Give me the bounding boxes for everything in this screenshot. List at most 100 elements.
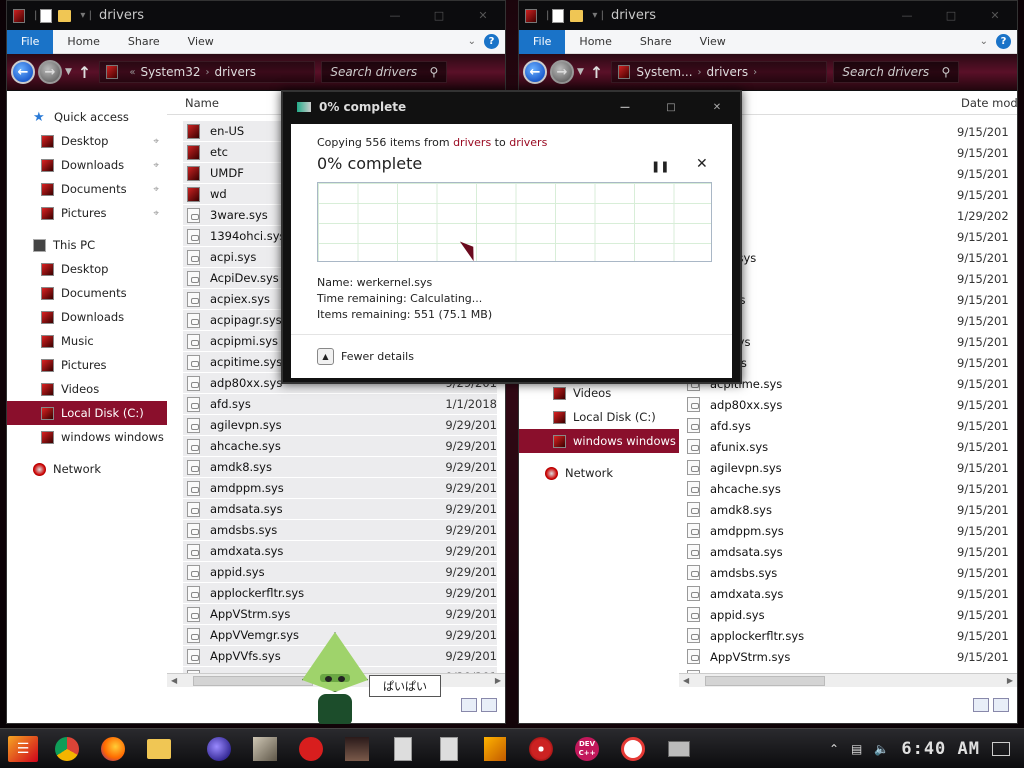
nav-item-music[interactable]: Music [7, 329, 167, 353]
new-folder-icon[interactable] [58, 9, 72, 22]
pin-icon[interactable]: ⌖ [153, 208, 159, 219]
devcpp-icon[interactable]: DEV C++ [570, 732, 604, 766]
pause-icon[interactable]: ❚❚ [651, 160, 669, 173]
scroll-thumb[interactable] [193, 675, 314, 686]
sphere-app-icon[interactable] [202, 732, 236, 766]
nav-item-drive[interactable]: windows windows wi [519, 429, 679, 453]
show-hidden-icons-icon[interactable]: ⌃ [829, 742, 839, 756]
nav-item-disk[interactable]: Local Disk (C:) [519, 405, 679, 429]
horizontal-scrollbar[interactable]: ◀ ▶ [679, 673, 1017, 687]
scroll-left-icon[interactable]: ◀ [683, 676, 689, 685]
column-date-modified[interactable]: Date mod [961, 96, 1017, 110]
tab-home[interactable]: Home [565, 30, 625, 54]
nav-item-network[interactable]: Network [519, 461, 679, 485]
tab-file[interactable]: File [519, 29, 566, 54]
file-row[interactable]: amdppm.sys 9/29/201 [183, 478, 497, 499]
file-row[interactable]: afunix.sys 9/15/201 [679, 436, 1017, 457]
close-button[interactable]: ✕ [694, 102, 740, 113]
portrait-app-icon[interactable] [340, 732, 374, 766]
dialog-title-bar[interactable]: 0% complete — □ ✕ [283, 92, 740, 122]
radiation-app-icon[interactable] [524, 732, 558, 766]
file-row[interactable]: amdxata.sys 9/29/201 [183, 541, 497, 562]
file-row[interactable]: amdsata.sys 9/29/201 [183, 499, 497, 520]
search-box[interactable]: Search drivers ⚲ [321, 61, 448, 83]
tab-share[interactable]: Share [114, 30, 174, 54]
chrome-icon[interactable] [50, 732, 84, 766]
tab-view[interactable]: View [686, 30, 740, 54]
scroll-thumb[interactable] [705, 675, 826, 686]
file-row[interactable]: ahcache.sys 9/15/201 [679, 478, 1017, 499]
nav-item-videos[interactable]: Videos [519, 381, 679, 405]
desktop-mascot[interactable] [298, 632, 372, 726]
orange-app-icon[interactable] [478, 732, 512, 766]
pin-icon[interactable]: ⌖ [153, 184, 159, 195]
destination-link[interactable]: drivers [509, 136, 547, 149]
file-row[interactable]: amdsbs.sys 9/15/201 [679, 562, 1017, 583]
notification-center-icon[interactable] [992, 741, 1010, 756]
file-row[interactable]: ahcache.sys 9/29/201 [183, 436, 497, 457]
help-icon[interactable]: ? [996, 34, 1011, 49]
file-row[interactable]: AppVStrm.sys 9/29/201 [183, 604, 497, 625]
breadcrumb-chevron-icon[interactable]: › [753, 67, 757, 78]
file-row[interactable]: agilevpn.sys 9/29/201 [183, 415, 497, 436]
fewer-details-button[interactable]: ▲ Fewer details [317, 348, 414, 365]
file-row[interactable]: amdsbs.sys 9/29/201 [183, 520, 497, 541]
forward-button[interactable]: → [550, 60, 574, 84]
source-link[interactable]: drivers [453, 136, 491, 149]
file-row[interactable]: amdk8.sys 9/15/201 [679, 499, 1017, 520]
nav-item-desktop[interactable]: Desktop ⌖ [7, 129, 167, 153]
minimize-button[interactable]: — [885, 1, 929, 30]
forward-button[interactable]: → [38, 60, 62, 84]
breadcrumb-system32[interactable]: System32 [140, 65, 200, 79]
chevron-up-icon[interactable]: ▲ [317, 348, 334, 365]
tab-share[interactable]: Share [626, 30, 686, 54]
maximize-button[interactable]: □ [417, 1, 461, 30]
file-row[interactable]: AppVStrm.sys 9/15/201 [679, 646, 1017, 667]
nav-item-documents[interactable]: Documents [7, 281, 167, 305]
nav-item-documents[interactable]: Documents ⌖ [7, 177, 167, 201]
nav-item-videos[interactable]: Videos [7, 377, 167, 401]
search-input[interactable]: Search drivers [330, 65, 417, 79]
file-row[interactable]: afd.sys 1/1/2018 [183, 394, 497, 415]
file-explorer-icon[interactable] [142, 732, 176, 766]
maximize-button[interactable]: □ [929, 1, 973, 30]
tab-home[interactable]: Home [53, 30, 113, 54]
properties-icon[interactable] [40, 8, 53, 23]
red-app-icon[interactable] [294, 732, 328, 766]
file-row[interactable]: amdk8.sys 9/29/201 [183, 457, 497, 478]
breadcrumb-drivers[interactable]: drivers [214, 65, 256, 79]
nav-item-disk[interactable]: Local Disk (C:) [7, 401, 167, 425]
close-button[interactable]: ✕ [461, 1, 505, 30]
file-row[interactable]: appid.sys 9/15/201 [679, 604, 1017, 625]
nav-item-pictures[interactable]: Pictures [7, 353, 167, 377]
nav-item-desktop[interactable]: Desktop [7, 257, 167, 281]
column-name[interactable]: Name [185, 96, 219, 110]
help-icon[interactable]: ? [484, 34, 499, 49]
file-row[interactable]: agilevpn.sys 9/15/201 [679, 457, 1017, 478]
breadcrumb-chevron-icon[interactable]: › [698, 67, 702, 78]
nav-item-drive[interactable]: windows windows wi [7, 425, 167, 449]
minimize-button[interactable]: — [602, 102, 648, 113]
qat-dropdown-icon[interactable]: ▾ | [592, 10, 604, 21]
minimize-button[interactable]: — [373, 1, 417, 30]
nav-item-pc[interactable]: This PC [7, 233, 167, 257]
search-input[interactable]: Search drivers [842, 65, 929, 79]
tab-view[interactable]: View [174, 30, 228, 54]
cancel-icon[interactable]: ✕ [696, 156, 708, 172]
volume-icon[interactable]: 🔈 [874, 742, 889, 756]
file-row[interactable]: applockerfltr.sys 9/15/201 [679, 625, 1017, 646]
up-button[interactable]: ↑ [78, 63, 91, 82]
file-row[interactable]: afd.sys 9/15/201 [679, 415, 1017, 436]
document-icon[interactable] [386, 732, 420, 766]
file-row[interactable]: adp80xx.sys 9/15/201 [679, 394, 1017, 415]
scroll-right-icon[interactable]: ▶ [495, 676, 501, 685]
breadcrumb-system32[interactable]: System... [636, 65, 692, 79]
nav-item-downloads[interactable]: Downloads [7, 305, 167, 329]
nav-item-star[interactable]: ★ Quick access [7, 105, 167, 129]
close-button[interactable]: ✕ [973, 1, 1017, 30]
firefox-icon[interactable] [96, 732, 130, 766]
properties-icon[interactable] [552, 8, 565, 23]
pin-icon[interactable]: ⌖ [153, 160, 159, 171]
back-button[interactable]: ← [11, 60, 35, 84]
file-row[interactable]: amdsata.sys 9/15/201 [679, 541, 1017, 562]
